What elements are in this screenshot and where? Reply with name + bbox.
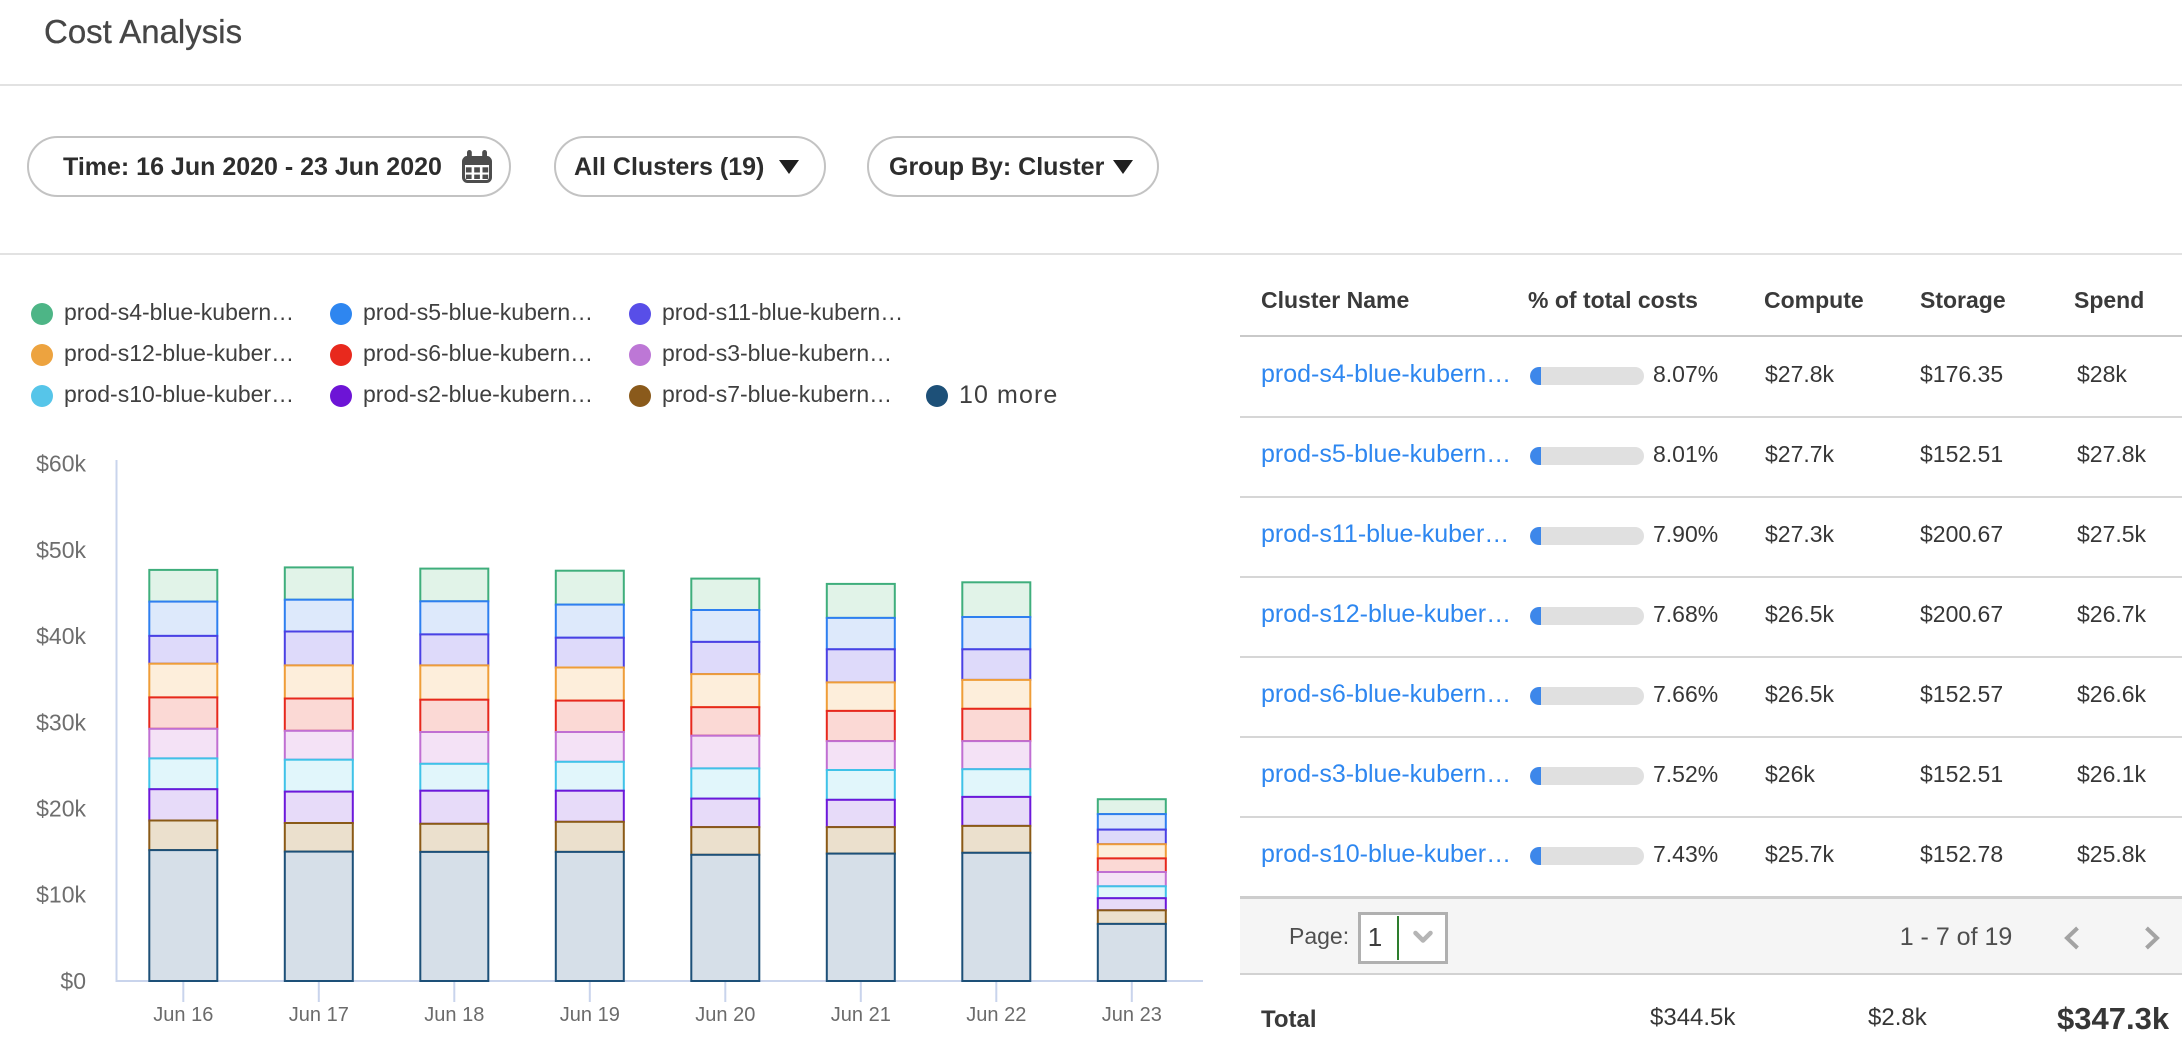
svg-text:$10k: $10k <box>36 882 86 908</box>
svg-text:Jun 21: Jun 21 <box>831 1004 891 1026</box>
svg-text:Jun 17: Jun 17 <box>289 1004 349 1026</box>
svg-text:Jun 18: Jun 18 <box>424 1004 484 1026</box>
svg-text:Jun 16: Jun 16 <box>153 1004 213 1026</box>
svg-text:$20k: $20k <box>36 796 86 822</box>
svg-text:$0: $0 <box>60 968 86 994</box>
svg-text:Jun 23: Jun 23 <box>1102 1004 1162 1026</box>
svg-text:$60k: $60k <box>36 451 86 477</box>
svg-text:$30k: $30k <box>36 709 86 735</box>
svg-text:$50k: $50k <box>36 537 86 563</box>
svg-text:Jun 20: Jun 20 <box>695 1004 755 1026</box>
svg-text:Jun 19: Jun 19 <box>560 1004 620 1026</box>
svg-text:$40k: $40k <box>36 623 86 649</box>
svg-text:Jun 22: Jun 22 <box>966 1004 1026 1026</box>
